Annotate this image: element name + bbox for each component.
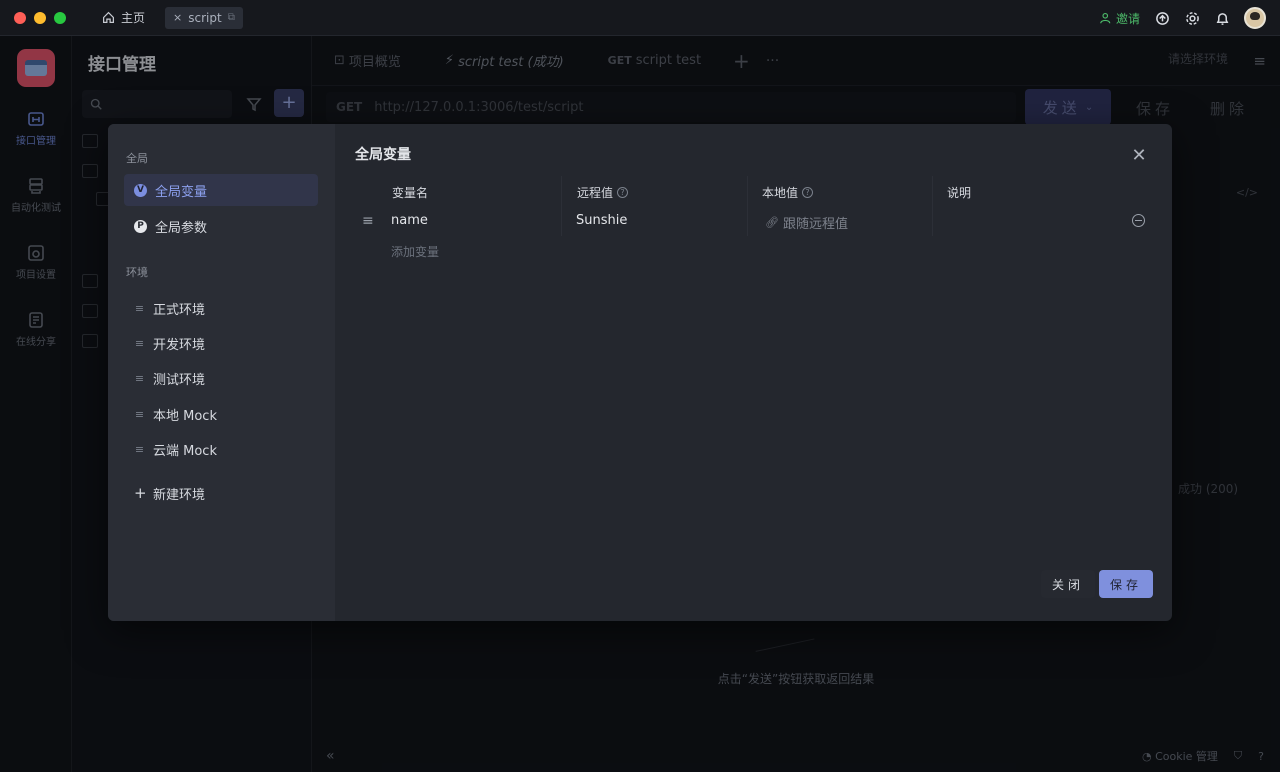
param-icon: P bbox=[134, 219, 147, 233]
close-icon[interactable]: ✕ bbox=[1131, 147, 1147, 165]
sidebar-item-label: 全局参数 bbox=[155, 220, 208, 236]
user-add-icon bbox=[1100, 12, 1111, 24]
variable-icon: V bbox=[134, 183, 147, 197]
sidebar-item-label: 云端 Mock bbox=[153, 443, 217, 459]
sidebar-item-label: 正式环境 bbox=[153, 302, 206, 318]
invite-button[interactable]: 邀请 bbox=[1100, 10, 1140, 27]
script-tab[interactable]: × script ⧉ bbox=[165, 6, 243, 29]
column-divider bbox=[747, 176, 748, 236]
variable-name-input[interactable]: name bbox=[391, 213, 428, 228]
script-tab-label: script bbox=[188, 10, 222, 25]
sidebar-item-global-variables[interactable]: V 全局变量 bbox=[124, 174, 318, 206]
column-header-desc: 说明 bbox=[947, 184, 971, 201]
column-divider bbox=[932, 176, 933, 236]
home-icon bbox=[103, 11, 114, 23]
window-controls bbox=[14, 11, 66, 24]
sidebar-item-env-production[interactable]: ≡ 正式环境 bbox=[124, 292, 318, 324]
sidebar-item-label: 全局变量 bbox=[155, 184, 208, 200]
minimize-window-button[interactable] bbox=[34, 11, 46, 24]
close-tab-icon[interactable]: × bbox=[173, 11, 182, 24]
remote-value-input[interactable]: Sunshie bbox=[576, 213, 627, 228]
column-header-remote: 远程值 ? bbox=[577, 184, 629, 201]
invite-label: 邀请 bbox=[1115, 11, 1140, 26]
add-variable-input[interactable]: 添加变量 bbox=[391, 243, 439, 260]
help-icon[interactable]: ? bbox=[802, 187, 814, 198]
sidebar-item-label: 测试环境 bbox=[153, 372, 206, 388]
sidebar-item-label: 本地 Mock bbox=[153, 408, 217, 424]
drag-handle-icon[interactable]: ≡ bbox=[134, 372, 145, 385]
new-environment-button[interactable]: + 新建环境 bbox=[124, 477, 318, 509]
title-bar: 主页 × script ⧉ 邀请 bbox=[0, 0, 1280, 36]
close-button[interactable]: 关闭 bbox=[1041, 570, 1095, 598]
env-section-label: 环境 bbox=[126, 266, 148, 279]
sidebar-item-global-params[interactable]: P 全局参数 bbox=[124, 210, 318, 242]
link-icon: 🔗︎ bbox=[765, 216, 779, 229]
drag-handle-icon[interactable]: ≡ bbox=[134, 337, 145, 350]
column-divider bbox=[561, 176, 562, 236]
help-icon[interactable]: ? bbox=[617, 187, 629, 198]
drag-handle-icon[interactable]: ≡ bbox=[134, 408, 145, 421]
column-header-label: 说明 bbox=[947, 186, 972, 200]
bell-icon[interactable] bbox=[1214, 10, 1230, 26]
sidebar-item-env-cloud-mock[interactable]: ≡ 云端 Mock bbox=[124, 433, 318, 465]
column-header-label: 本地值 bbox=[762, 186, 799, 200]
column-header-label: 变量名 bbox=[392, 186, 429, 200]
sidebar-item-env-development[interactable]: ≡ 开发环境 bbox=[124, 327, 318, 359]
plus-icon: + bbox=[134, 484, 147, 502]
column-header-local: 本地值 ? bbox=[762, 184, 814, 201]
local-value-placeholder: 跟随远程值 bbox=[782, 217, 848, 232]
home-tab[interactable]: 主页 bbox=[94, 7, 153, 29]
avatar[interactable] bbox=[1244, 7, 1266, 29]
column-header-name: 变量名 bbox=[392, 184, 428, 201]
drag-handle-icon[interactable]: ≡ bbox=[134, 443, 145, 456]
global-variables-modal: 全局 V 全局变量 P 全局参数 环境 ≡ 正式环境 ≡ 开发环境 ≡ 测试环境… bbox=[108, 124, 1172, 621]
new-environment-label: 新建环境 bbox=[153, 487, 206, 503]
modal-sidebar: 全局 V 全局变量 P 全局参数 环境 ≡ 正式环境 ≡ 开发环境 ≡ 测试环境… bbox=[108, 124, 335, 621]
maximize-window-button[interactable] bbox=[54, 11, 66, 24]
local-value-input[interactable]: 🔗︎ 跟随远程值 bbox=[765, 213, 848, 232]
save-button[interactable]: 保存 bbox=[1099, 570, 1153, 598]
column-header-label: 远程值 bbox=[577, 186, 614, 200]
close-window-button[interactable] bbox=[14, 11, 26, 24]
tab-window-icon: ⧉ bbox=[227, 12, 235, 23]
remove-row-icon[interactable] bbox=[1132, 214, 1145, 227]
sidebar-item-env-test[interactable]: ≡ 测试环境 bbox=[124, 362, 318, 394]
home-tab-label: 主页 bbox=[121, 11, 146, 25]
global-section-label: 全局 bbox=[126, 152, 148, 165]
drag-handle-icon[interactable]: ≡ bbox=[134, 302, 145, 315]
sync-icon[interactable] bbox=[1154, 10, 1170, 26]
sidebar-item-label: 开发环境 bbox=[153, 337, 206, 353]
gear-icon[interactable] bbox=[1184, 10, 1200, 26]
modal-title: 全局变量 bbox=[355, 147, 411, 163]
row-drag-handle-icon[interactable]: ≡ bbox=[362, 213, 374, 229]
sidebar-item-env-local-mock[interactable]: ≡ 本地 Mock bbox=[124, 398, 318, 430]
